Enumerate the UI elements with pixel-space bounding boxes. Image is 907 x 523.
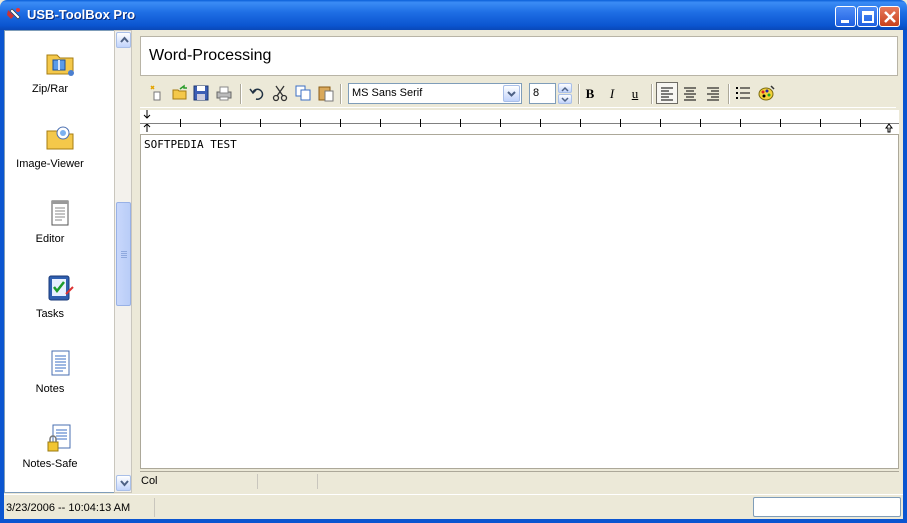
open-icon[interactable] — [171, 84, 189, 102]
bullets-icon[interactable] — [734, 84, 752, 102]
editor-status-bar: Col — [140, 471, 899, 490]
maximize-button[interactable] — [857, 6, 878, 27]
datetime-display: 3/23/2006 -- 10:04:13 AM — [6, 502, 131, 514]
column-indicator: Col — [140, 474, 258, 489]
toolbar-separator — [578, 84, 580, 104]
status-bar: 3/23/2006 -- 10:04:13 AM — [4, 494, 903, 519]
notepad-icon — [51, 200, 69, 226]
right-indent-marker-icon[interactable] — [884, 122, 894, 134]
indent-marker-icon[interactable] — [142, 110, 152, 134]
ruler[interactable] — [140, 110, 899, 135]
maximize-icon — [862, 11, 874, 23]
close-icon — [884, 11, 896, 23]
sidebar-item-label: Image-Viewer — [16, 158, 84, 170]
sidebar-item-label: Tasks — [35, 308, 65, 320]
sidebar-item-tasks[interactable]: Tasks — [5, 272, 115, 342]
sidebar-item-label: Notes-Safe — [22, 458, 78, 470]
document-text[interactable]: SOFTPEDIA TEST — [144, 138, 237, 151]
sidebar-item-label: Notes — [35, 383, 65, 395]
font-dropdown-button[interactable] — [503, 85, 520, 102]
close-button[interactable] — [879, 6, 900, 27]
sidebar-item-notes[interactable]: Notes — [5, 347, 115, 417]
sidebar: Zip/Rar Image-Viewer Editor Tasks Notes … — [4, 30, 114, 493]
align-left-button[interactable] — [656, 82, 678, 104]
paste-icon[interactable] — [317, 84, 335, 102]
print-icon[interactable] — [215, 84, 233, 102]
sidebar-item-label: Editor — [35, 233, 65, 245]
scroll-up-button[interactable] — [116, 32, 131, 48]
align-center-icon[interactable] — [681, 84, 699, 102]
toolbar-separator — [340, 84, 342, 104]
status-field[interactable] — [753, 497, 901, 517]
sidebar-scrollbar[interactable] — [114, 30, 132, 493]
app-icon — [7, 8, 21, 20]
module-header: Word-Processing — [140, 36, 898, 76]
underline-button[interactable]: u — [627, 86, 643, 102]
spin-down-button[interactable] — [558, 94, 572, 104]
scroll-thumb[interactable] — [116, 202, 131, 306]
tasks-check-icon — [48, 275, 74, 301]
zip-folder-icon — [46, 54, 74, 76]
image-folder-icon — [46, 126, 74, 150]
chevron-up-icon — [120, 36, 129, 43]
italic-button[interactable]: I — [604, 86, 620, 102]
notes-document-icon — [51, 350, 70, 376]
new-icon[interactable] — [148, 84, 166, 102]
sidebar-item-zip-rar[interactable]: Zip/Rar — [5, 47, 115, 117]
font-size-value: 8 — [533, 87, 540, 99]
copy-icon[interactable] — [294, 84, 312, 102]
save-icon[interactable] — [192, 84, 210, 102]
color-palette-icon[interactable] — [757, 84, 775, 102]
font-name-select[interactable]: MS Sans Serif — [348, 83, 522, 104]
column-label: Col — [141, 475, 158, 487]
align-right-icon[interactable] — [704, 84, 722, 102]
sidebar-item-notes-safe[interactable]: Notes-Safe — [5, 422, 115, 492]
minimize-icon — [841, 20, 849, 23]
scroll-down-button[interactable] — [116, 475, 131, 491]
chevron-up-icon — [561, 86, 569, 92]
toolbar-separator — [651, 84, 653, 104]
undo-icon[interactable] — [248, 84, 266, 102]
title-bar[interactable]: USB-ToolBox Pro — [0, 0, 907, 30]
sidebar-item-label: Zip/Rar — [31, 83, 69, 95]
notes-safe-lock-icon — [47, 424, 71, 452]
toolbar-separator — [728, 84, 730, 104]
sidebar-item-editor[interactable]: Editor — [5, 197, 115, 267]
status-cell — [258, 474, 318, 489]
format-toolbar: MS Sans Serif 8 B I u — [140, 80, 896, 108]
cut-icon[interactable] — [271, 84, 289, 102]
chevron-down-icon — [561, 97, 569, 103]
document-editor[interactable]: SOFTPEDIA TEST — [140, 135, 899, 469]
bold-button[interactable]: B — [582, 86, 598, 102]
sidebar-item-image-viewer[interactable]: Image-Viewer — [5, 122, 115, 192]
spin-up-button[interactable] — [558, 83, 572, 93]
font-size-input[interactable]: 8 — [529, 83, 556, 104]
chevron-down-icon — [507, 91, 516, 97]
font-size-spinner[interactable] — [558, 83, 572, 104]
chevron-down-icon — [120, 480, 129, 487]
window-title: USB-ToolBox Pro — [27, 7, 136, 22]
align-left-icon — [661, 87, 673, 101]
toolbar-separator — [240, 84, 242, 104]
font-name-value: MS Sans Serif — [352, 87, 423, 99]
main-panel: Word-Processing MS Sans Serif 8 B I u SO… — [135, 30, 903, 493]
minimize-button[interactable] — [835, 6, 856, 27]
page-title: Word-Processing — [149, 47, 272, 64]
